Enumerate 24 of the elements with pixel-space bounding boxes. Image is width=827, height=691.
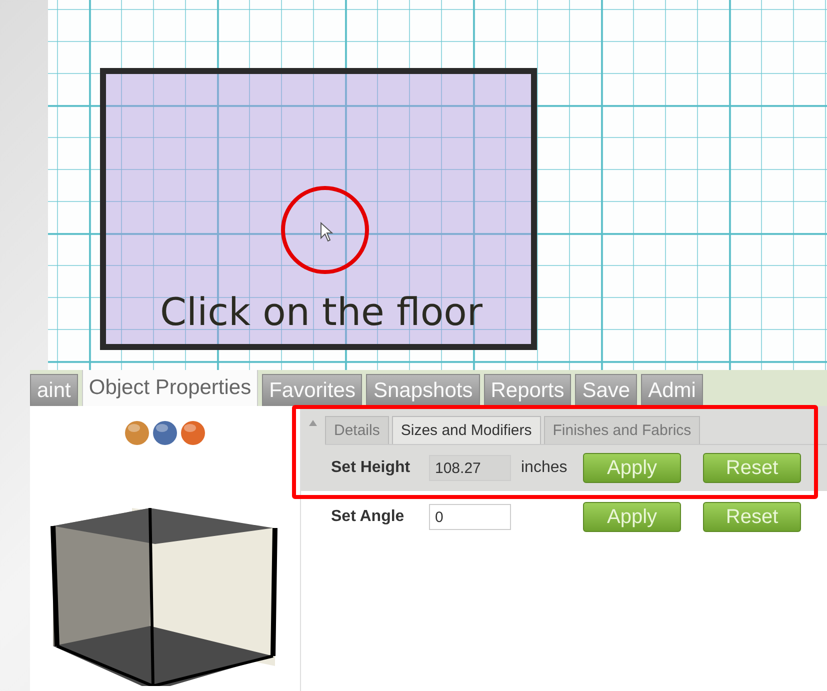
tab[interactable]: Reports xyxy=(484,374,572,406)
field-label: Set Height xyxy=(331,459,412,477)
tab[interactable]: Admi xyxy=(641,374,703,406)
floor-plan-grid[interactable]: Click on the floor xyxy=(48,0,827,370)
apply-button[interactable]: Apply xyxy=(583,453,681,483)
tab[interactable]: Object Properties xyxy=(82,370,258,406)
input-field[interactable]: 0 xyxy=(429,504,511,530)
sub-tab[interactable]: Sizes and Modifiers xyxy=(392,416,541,444)
floor-shape[interactable] xyxy=(100,68,537,350)
instruction-caption: Click on the floor xyxy=(160,290,483,334)
collapse-icon[interactable] xyxy=(309,420,317,426)
tab[interactable]: Snapshots xyxy=(366,374,480,406)
tab[interactable]: Favorites xyxy=(262,374,362,406)
unit-label: inches xyxy=(521,459,568,477)
reset-button[interactable]: Reset xyxy=(703,453,801,483)
sub-tab[interactable]: Details xyxy=(325,416,389,444)
input-field[interactable]: 108.27 xyxy=(429,455,511,481)
tab[interactable]: aint xyxy=(30,374,78,406)
field-label: Set Angle xyxy=(331,508,406,526)
cursor-icon xyxy=(320,222,334,242)
apply-button[interactable]: Apply xyxy=(583,502,681,532)
tab[interactable]: Save xyxy=(575,374,638,406)
reset-button[interactable]: Reset xyxy=(703,502,801,532)
sub-tab[interactable]: Finishes and Fabrics xyxy=(544,416,700,444)
